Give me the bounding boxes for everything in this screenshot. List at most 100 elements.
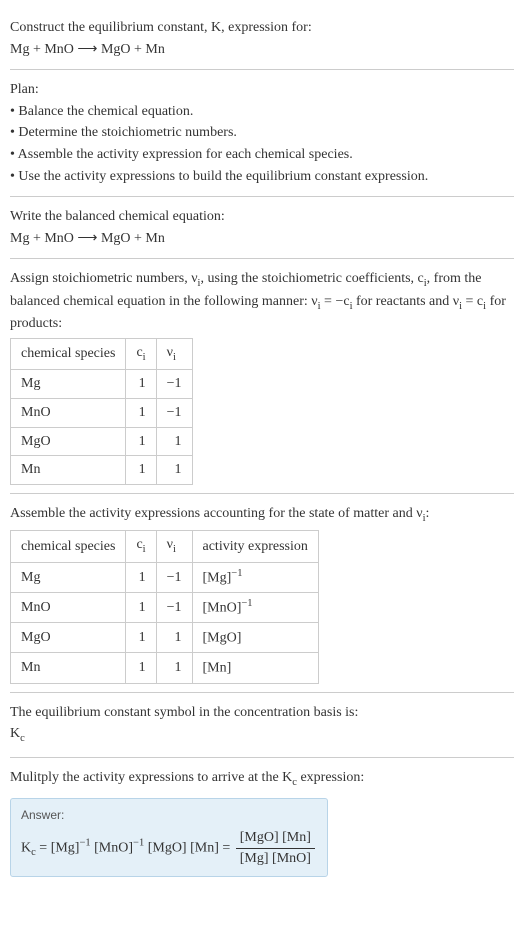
balanced-heading: Write the balanced chemical equation: — [10, 207, 514, 227]
activity-text: Assemble the activity expressions accoun… — [10, 504, 514, 526]
plan-section: Plan: • Balance the chemical equation. •… — [10, 70, 514, 197]
fraction-denominator: [Mg] [MnO] — [236, 849, 315, 869]
intro-equation: Mg + MnO ⟶ MgO + Mn — [10, 40, 514, 60]
cell-ci: 1 — [126, 623, 156, 653]
multiply-text: Mulitply the activity expressions to arr… — [10, 768, 514, 790]
fraction-numerator: [MgO] [Mn] — [236, 828, 315, 849]
cell-vi: −1 — [156, 592, 192, 622]
col-ci: ci — [126, 338, 156, 369]
answer-rest: [MgO] [Mn] = — [144, 840, 234, 855]
answer-k: K — [21, 840, 31, 855]
cell-species: MgO — [11, 427, 126, 456]
subscript-i: i — [143, 352, 146, 363]
table-row: Mg 1 −1 — [11, 370, 193, 399]
activity-section: Assemble the activity expressions accoun… — [10, 494, 514, 693]
table-row: Mn 1 1 [Mn] — [11, 653, 319, 683]
answer-exp1: −1 — [79, 838, 90, 849]
table-header-row: chemical species ci νi — [11, 338, 193, 369]
stoich-text-e: for reactants and ν — [352, 294, 459, 309]
cell-species: Mg — [11, 370, 126, 399]
stoich-table: chemical species ci νi Mg 1 −1 MnO 1 −1 … — [10, 338, 193, 485]
cell-vi: 1 — [156, 653, 192, 683]
cell-activity: [MnO]−1 — [192, 592, 318, 622]
act-exp: −1 — [241, 598, 252, 609]
col-ci: ci — [126, 531, 156, 562]
subscript-i: i — [173, 352, 176, 363]
answer-label: Answer: — [21, 807, 317, 824]
col-vi: νi — [156, 531, 192, 562]
symbol-line1: The equilibrium constant symbol in the c… — [10, 703, 514, 723]
cell-species: MgO — [11, 623, 126, 653]
balanced-equation: Mg + MnO ⟶ MgO + Mn — [10, 229, 514, 249]
stoich-text: Assign stoichiometric numbers, νi, using… — [10, 269, 514, 334]
answer-mno: [MnO] — [91, 840, 133, 855]
intro-section: Construct the equilibrium constant, K, e… — [10, 8, 514, 70]
stoich-text-f: = c — [462, 294, 483, 309]
cell-species: MnO — [11, 592, 126, 622]
cell-ci: 1 — [126, 370, 156, 399]
act-base: [MnO] — [203, 601, 242, 616]
act-base: [MgO] — [203, 631, 242, 646]
activity-text-a: Assemble the activity expressions accoun… — [10, 506, 423, 521]
plan-heading: Plan: — [10, 80, 514, 100]
answer-mg: = [Mg] — [36, 840, 80, 855]
cell-species: Mg — [11, 562, 126, 592]
multiply-text-b: expression: — [297, 770, 364, 785]
intro-text-1: Construct the equilibrium constant, K, e… — [10, 20, 312, 35]
plan-item-1: • Balance the chemical equation. — [10, 102, 514, 122]
subscript-i: i — [173, 544, 176, 555]
intro-line1: Construct the equilibrium constant, K, e… — [10, 18, 514, 38]
activity-text-b: : — [426, 506, 430, 521]
symbol-section: The equilibrium constant symbol in the c… — [10, 693, 514, 758]
stoich-section: Assign stoichiometric numbers, νi, using… — [10, 259, 514, 493]
cell-vi: 1 — [156, 427, 192, 456]
plan-item-4: • Use the activity expressions to build … — [10, 167, 514, 187]
table-row: MgO 1 1 [MgO] — [11, 623, 319, 653]
cell-species: MnO — [11, 398, 126, 427]
cell-vi: 1 — [156, 456, 192, 485]
balanced-section: Write the balanced chemical equation: Mg… — [10, 197, 514, 259]
stoich-text-a: Assign stoichiometric numbers, ν — [10, 271, 198, 286]
cell-ci: 1 — [126, 562, 156, 592]
cell-ci: 1 — [126, 653, 156, 683]
table-row: Mn 1 1 — [11, 456, 193, 485]
symbol-line2: Kc — [10, 724, 514, 746]
act-exp: −1 — [231, 568, 242, 579]
answer-box: Answer: Kc = [Mg]−1 [MnO]−1 [MgO] [Mn] =… — [10, 798, 328, 877]
subscript-i: i — [143, 544, 146, 555]
act-base: [Mn] — [203, 661, 232, 676]
cell-species: Mn — [11, 653, 126, 683]
cell-activity: [Mg]−1 — [192, 562, 318, 592]
plan-item-2: • Determine the stoichiometric numbers. — [10, 123, 514, 143]
cell-ci: 1 — [126, 456, 156, 485]
act-base: [Mg] — [203, 570, 232, 585]
col-species: chemical species — [11, 338, 126, 369]
col-species: chemical species — [11, 531, 126, 562]
cell-ci: 1 — [126, 592, 156, 622]
cell-ci: 1 — [126, 398, 156, 427]
table-header-row: chemical species ci νi activity expressi… — [11, 531, 319, 562]
cell-ci: 1 — [126, 427, 156, 456]
multiply-text-a: Mulitply the activity expressions to arr… — [10, 770, 292, 785]
cell-species: Mn — [11, 456, 126, 485]
answer-expression: Kc = [Mg]−1 [MnO]−1 [MgO] [Mn] = [MgO] [… — [21, 828, 317, 868]
plan-item-3: • Assemble the activity expression for e… — [10, 145, 514, 165]
table-row: Mg 1 −1 [Mg]−1 — [11, 562, 319, 592]
cell-vi: −1 — [156, 562, 192, 592]
col-activity: activity expression — [192, 531, 318, 562]
kc-c: c — [20, 733, 25, 744]
table-row: MnO 1 −1 [MnO]−1 — [11, 592, 319, 622]
cell-vi: −1 — [156, 370, 192, 399]
cell-activity: [Mn] — [192, 653, 318, 683]
table-row: MnO 1 −1 — [11, 398, 193, 427]
cell-activity: [MgO] — [192, 623, 318, 653]
answer-exp2: −1 — [133, 838, 144, 849]
answer-section: Mulitply the activity expressions to arr… — [10, 758, 514, 885]
col-vi: νi — [156, 338, 192, 369]
stoich-text-d: = −c — [321, 294, 350, 309]
cell-vi: 1 — [156, 623, 192, 653]
kc-k: K — [10, 726, 20, 741]
answer-fraction: [MgO] [Mn][Mg] [MnO] — [236, 828, 315, 868]
table-row: MgO 1 1 — [11, 427, 193, 456]
activity-table: chemical species ci νi activity expressi… — [10, 530, 319, 683]
